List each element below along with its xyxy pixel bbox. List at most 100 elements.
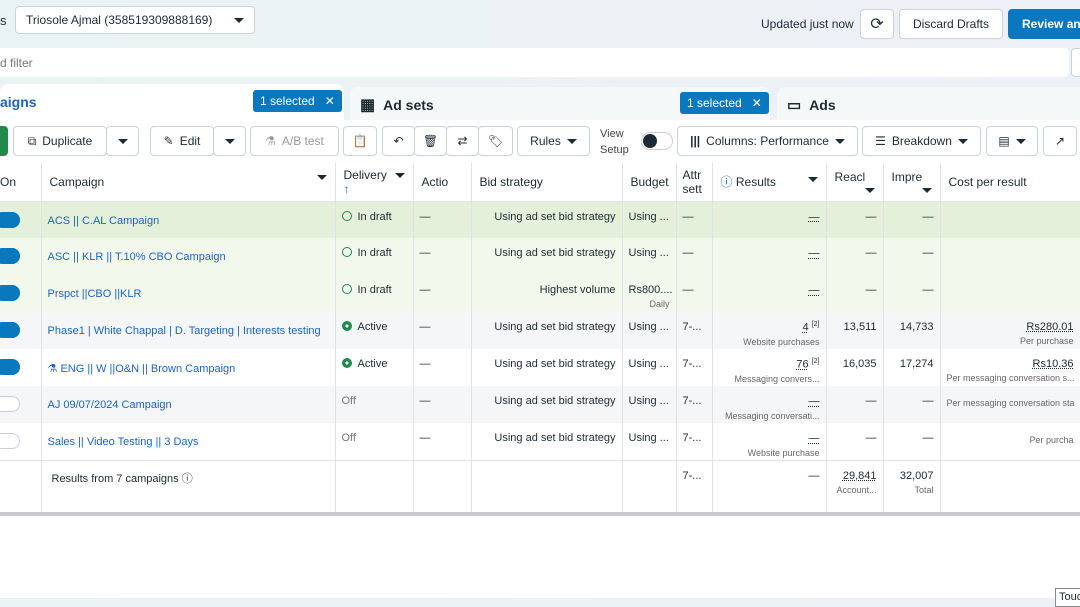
cost-per-result-cell: Rs10.36 Per messaging conversation s... (940, 349, 1080, 386)
tab-campaigns[interactable]: aigns 1 selected ✕ (0, 84, 344, 120)
duplicate-dropdown[interactable] (106, 126, 139, 156)
action-cell: — (413, 238, 471, 275)
col-impressions[interactable]: Impre (883, 163, 940, 201)
reach-cell: 16,035 (826, 349, 883, 386)
campaign-toggle[interactable] (0, 285, 20, 301)
undo-icon: ↶ (393, 134, 403, 148)
filter-input[interactable]: d filter (0, 48, 1069, 77)
refresh-button[interactable]: ⟳ (860, 9, 894, 39)
col-budget[interactable]: Budget (622, 163, 676, 201)
close-icon[interactable]: ✕ (752, 96, 762, 110)
campaign-name-link[interactable]: Sales || Video Testing || 3 Days (41, 423, 335, 460)
delete-button[interactable]: 🗑 (414, 126, 447, 156)
col-attribution[interactable]: Attr sett (676, 163, 712, 201)
reports-button[interactable]: ▤ (986, 126, 1038, 156)
tab-label: aigns (0, 94, 37, 110)
cost-per-result-cell (940, 201, 1080, 238)
action-cell: — (413, 349, 471, 386)
col-reach[interactable]: Reacl (826, 163, 883, 201)
view-setup-label: View Setup (600, 126, 629, 158)
campaign-toggle[interactable] (0, 212, 20, 228)
table-row[interactable]: ASC || KLR || T.10% CBO Campaign In draft… (0, 238, 1080, 275)
campaign-name-link[interactable]: ⚗ ENG || W ||O&N || Brown Campaign (41, 349, 335, 386)
budget-cell: Using ... (622, 386, 676, 423)
close-icon[interactable]: ✕ (325, 94, 335, 108)
attribution-cell: 7-... (676, 349, 712, 386)
col-on[interactable]: On (0, 163, 41, 201)
summary-attribution: 7-... (676, 460, 712, 512)
cost-per-result-cell: Per purcha (940, 423, 1080, 460)
view-setup-toggle[interactable] (641, 132, 673, 150)
campaign-name-link[interactable]: AJ 09/07/2024 Campaign (41, 386, 335, 423)
export-button[interactable]: ⇄ (446, 126, 479, 156)
reach-cell: — (826, 238, 883, 275)
open-external-button[interactable]: ↗ (1043, 126, 1077, 156)
table-row[interactable]: AJ 09/07/2024 Campaign Off — Using ad set b… (0, 386, 1080, 423)
table-row[interactable]: Sales || Video Testing || 3 Days Off — Usin… (0, 423, 1080, 460)
campaigns-table: On Campaign Delivery ↑ Actio Bid strategy… (0, 163, 1080, 512)
col-action[interactable]: Actio (413, 163, 471, 201)
rules-button[interactable]: Rules (517, 126, 590, 156)
bid-strategy-cell: Using ad set bid strategy (471, 423, 622, 460)
campaign-name-link[interactable]: Phase1 | White Chappal | D. Targeting | … (41, 312, 335, 349)
selected-count: 1 selected (260, 94, 315, 108)
table-row[interactable]: Prspct ||CBO ||KLR In draft — Highest volum… (0, 275, 1080, 312)
cost-per-result-cell: Per messaging conversation sta (940, 386, 1080, 423)
breakdown-label: Breakdown (892, 134, 952, 148)
col-cost-per-result[interactable]: Cost per result (940, 163, 1080, 201)
edit-button[interactable]: ✎ Edit (150, 126, 214, 156)
discard-drafts-button[interactable]: Discard Drafts (899, 9, 1003, 39)
chevron-down-icon (118, 139, 128, 144)
flask-icon: ⚗ (48, 363, 58, 375)
filter-options-button[interactable] (1071, 48, 1080, 77)
review-publish-button[interactable]: Review and (1008, 9, 1080, 39)
col-delivery[interactable]: Delivery ↑ (335, 163, 413, 201)
table-row[interactable]: Phase1 | White Chappal | D. Targeting | … (0, 312, 1080, 349)
pencil-icon: ✎ (164, 134, 174, 148)
updated-status: Updated just now (761, 17, 854, 31)
swap-icon: ⇄ (457, 134, 467, 148)
col-bid-strategy[interactable]: Bid strategy (471, 163, 622, 201)
summary-impressions: 32,007 Total (883, 460, 940, 512)
selected-badge[interactable]: 1 selected ✕ (253, 90, 342, 112)
campaign-toggle[interactable] (0, 433, 20, 449)
chevron-down-icon (234, 18, 244, 23)
breakdown-button[interactable]: ☰ Breakdown (862, 126, 981, 156)
tab-ads[interactable]: ▭ Ads (777, 87, 1080, 123)
columns-button[interactable]: ||| Columns: Performance (677, 126, 858, 156)
undo-button[interactable]: ↶ (382, 126, 415, 156)
campaign-toggle[interactable] (0, 396, 20, 412)
col-results[interactable]: ⓘ Results (712, 163, 826, 201)
col-campaign[interactable]: Campaign (41, 163, 335, 201)
status-dot-icon (342, 321, 352, 331)
duplicate-button[interactable]: ⧉ Duplicate (13, 126, 107, 156)
delivery-status: Off (335, 386, 413, 423)
ab-test-button[interactable]: ⚗ A/B test (250, 126, 339, 156)
campaign-name-link[interactable]: ACS || C.AL Campaign (41, 201, 335, 238)
filter-placeholder: d filter (0, 56, 33, 70)
selected-badge[interactable]: 1 selected ✕ (680, 92, 769, 114)
tag-icon: 🏷 (488, 134, 503, 148)
action-cell: — (413, 423, 471, 460)
budget-cell: Rs800.... Daily (622, 275, 676, 312)
campaign-toggle[interactable] (0, 248, 20, 264)
clipboard-button[interactable]: 📋 (343, 126, 377, 156)
columns-label: Columns: Performance (706, 134, 829, 148)
campaign-name-link[interactable]: ASC || KLR || T.10% CBO Campaign (41, 238, 335, 275)
campaign-toggle[interactable] (0, 322, 20, 338)
create-button[interactable] (0, 126, 8, 156)
account-selector[interactable]: Triosole Ajmal (358519309888169) (15, 6, 255, 34)
info-icon[interactable]: ⓘ (182, 473, 193, 485)
budget-cell: Using ... (622, 349, 676, 386)
tag-button[interactable]: 🏷 (478, 126, 513, 156)
bid-strategy-cell: Using ad set bid strategy (471, 386, 622, 423)
impressions-cell: — (883, 386, 940, 423)
edit-dropdown[interactable] (213, 126, 246, 156)
columns-icon: ||| (690, 134, 700, 148)
campaign-toggle[interactable] (0, 359, 20, 375)
tab-ad-sets[interactable]: ▦ Ad sets 1 selected ✕ (350, 87, 770, 123)
table-empty-area (0, 516, 1080, 598)
campaign-name-link[interactable]: Prspct ||CBO ||KLR (41, 275, 335, 312)
table-row[interactable]: ACS || C.AL Campaign In draft — Using ad se… (0, 201, 1080, 238)
table-row[interactable]: ⚗ ENG || W ||O&N || Brown Campaign Active… (0, 349, 1080, 386)
